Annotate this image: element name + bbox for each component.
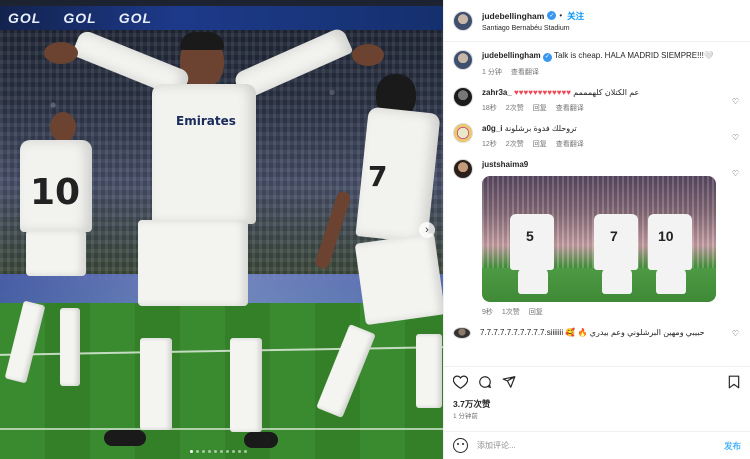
comment-username[interactable]: a0g_i [482, 124, 502, 133]
posted-time: 1 分钟前 [453, 413, 478, 420]
stadium-banner: GOL GOL GOL [0, 6, 443, 30]
comment-likes[interactable]: 2次赞 [506, 103, 524, 113]
shirt-number: 10 [30, 172, 81, 213]
translate-link[interactable]: 查看翻译 [556, 103, 584, 113]
shirt-number: 7 [368, 160, 388, 193]
post-comment-button[interactable]: 发布 [724, 440, 741, 452]
comment-icon[interactable] [477, 374, 492, 389]
caption-time: 1 分钟 [482, 69, 502, 76]
comment-item: a0g_i تروحلك فدوة برشلونة 12秒 2次赞 回复 查看翻… [453, 123, 741, 149]
comment-hearts: ♥♥♥♥♥♥♥♥♥♥♥♥ [514, 88, 572, 97]
translate-link[interactable]: 查看翻译 [556, 139, 584, 149]
bookmark-icon[interactable] [726, 374, 741, 389]
shirt-number: 7 [610, 228, 618, 244]
avatar[interactable] [453, 123, 473, 143]
shirt-number: 10 [658, 228, 674, 244]
caption: judebellingham ✓ Talk is cheap. HALA MAD… [453, 50, 741, 77]
pitch-line [0, 428, 443, 430]
post-photo: GOL GOL GOL 10 Emirates 7 › [0, 0, 443, 459]
comment-item: justshaima9 5 7 10 9秒 1次赞 回复 ♡ [453, 159, 741, 317]
comment-like-heart-icon[interactable]: ♡ [732, 97, 739, 106]
verified-badge-icon: ✓ [542, 53, 552, 62]
reply-button[interactable]: 回复 [533, 103, 547, 113]
comments-list: judebellingham ✓ Talk is cheap. HALA MAD… [444, 42, 750, 339]
avatar[interactable] [453, 159, 473, 179]
avatar[interactable] [453, 50, 473, 70]
post-side-panel: judebellingham ✓ • 关注 Santiago Bernabéu … [443, 0, 750, 459]
comment-like-heart-icon[interactable]: ♡ [732, 329, 739, 338]
comment-image[interactable]: 5 7 10 [482, 176, 716, 302]
comment-likes[interactable]: 1次赞 [502, 307, 520, 317]
next-photo-button[interactable]: › [419, 222, 435, 238]
comment-text: تروحلك فدوة برشلونة [504, 124, 577, 133]
comment-time: 12秒 [482, 141, 497, 148]
comment-text: عم الكتلان كلهمممم [573, 88, 640, 97]
banner-text: GOL [63, 10, 97, 26]
instagram-post-modal: GOL GOL GOL 10 Emirates 7 › judebellingh… [0, 0, 750, 459]
emoji-icon[interactable] [453, 438, 468, 453]
carousel-dots [190, 450, 247, 453]
post-actions-bar [444, 366, 750, 396]
comment-like-heart-icon[interactable]: ♡ [732, 133, 739, 142]
reply-button[interactable]: 回复 [533, 139, 547, 149]
comment-input-bar: 添加评论... 发布 [444, 431, 750, 459]
likes-count[interactable]: 3.7万次赞 [453, 398, 490, 410]
comment-time: 9秒 [482, 309, 493, 316]
verified-badge-icon: ✓ [547, 11, 557, 20]
caption-text: Talk is cheap. HALA MADRID SIEMPRE!!!🤍 [553, 51, 714, 60]
comment-username[interactable]: zahr3a_ [482, 88, 512, 97]
reply-button[interactable]: 回复 [529, 307, 543, 317]
banner-text: GOL [8, 10, 42, 26]
shirt-number: 5 [526, 228, 534, 244]
follow-button[interactable]: 关注 [567, 10, 584, 22]
avatar[interactable] [453, 327, 471, 339]
author-username[interactable]: judebellingham [482, 11, 544, 21]
comment-like-heart-icon[interactable]: ♡ [732, 169, 739, 178]
share-icon[interactable] [501, 374, 516, 389]
comment-time: 18秒 [482, 105, 497, 112]
caption-author[interactable]: judebellingham [482, 51, 541, 60]
avatar[interactable] [453, 10, 473, 31]
heart-icon[interactable] [453, 374, 468, 389]
location-link[interactable]: Santiago Bernabéu Stadium [482, 25, 584, 32]
comment-item: 7.7.7.7.7.7.7.7.7.7.siiiiiii 🥰 🔥 حبيبي و… [453, 327, 741, 339]
comment-username[interactable]: justshaima9 [482, 160, 528, 169]
post-header: judebellingham ✓ • 关注 Santiago Bernabéu … [444, 0, 750, 42]
avatar[interactable] [453, 87, 473, 107]
comment-text: 7.7.7.7.7.7.7.7.7.7.siiiiiii 🥰 🔥 حبيبي و… [480, 328, 705, 337]
banner-text: GOL [118, 10, 153, 26]
comment-item: zahr3a_ ♥♥♥♥♥♥♥♥♥♥♥♥ عم الكتلان كلهمممم … [453, 87, 741, 113]
comment-input[interactable]: 添加评论... [477, 440, 724, 451]
translate-link[interactable]: 查看翻译 [511, 67, 539, 77]
comment-likes[interactable]: 2次赞 [506, 139, 524, 149]
